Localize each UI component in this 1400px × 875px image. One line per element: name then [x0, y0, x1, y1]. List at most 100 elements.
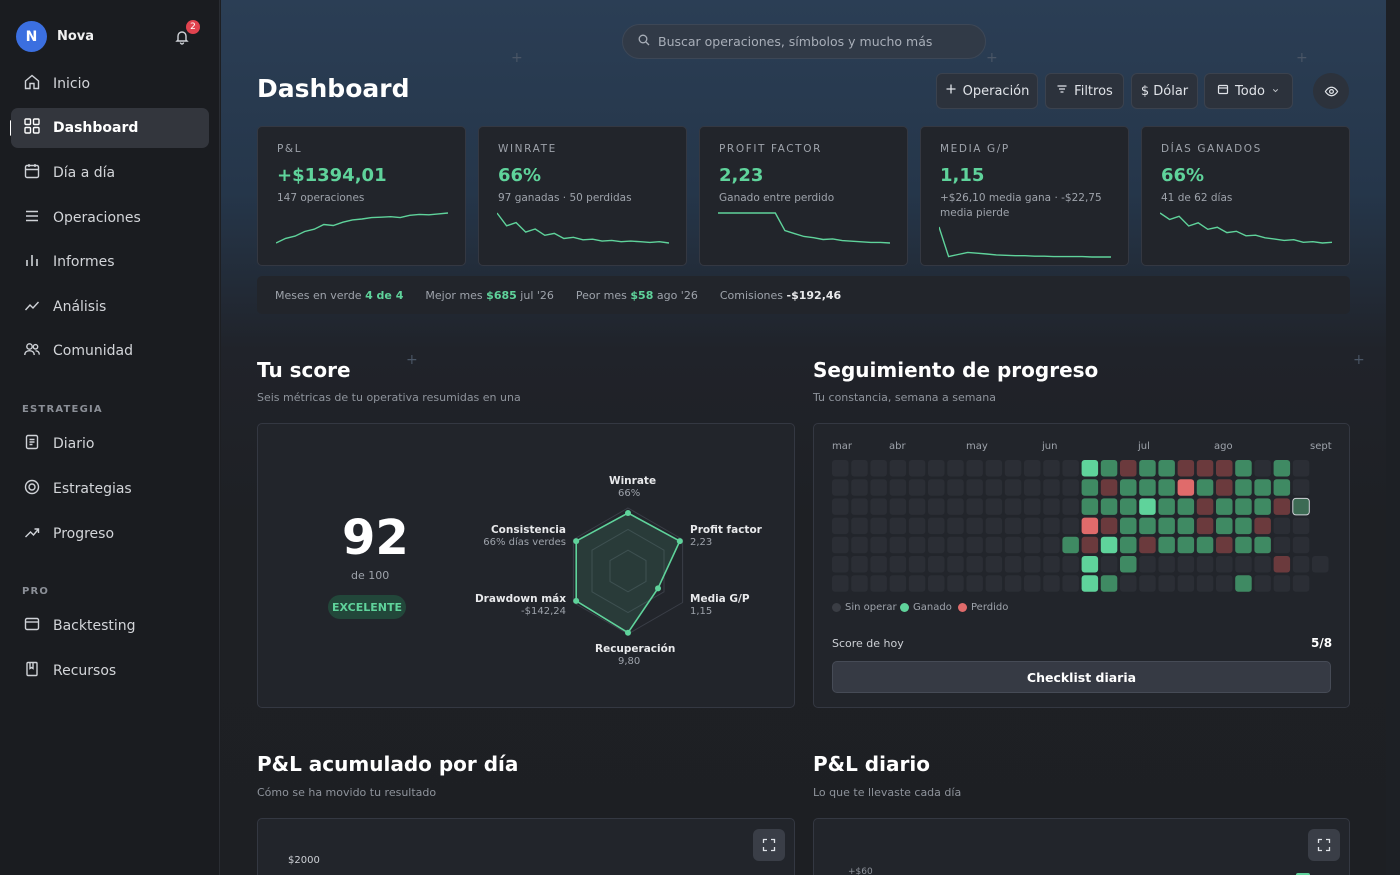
heatmap-cell[interactable]	[1292, 556, 1310, 573]
heatmap-cell[interactable]	[1273, 575, 1291, 592]
heatmap-cell[interactable]	[832, 536, 849, 554]
heatmap-cell[interactable]	[1235, 498, 1252, 515]
heatmap-cell[interactable]	[870, 556, 887, 573]
sidebar-item-analisis[interactable]: Análisis	[11, 287, 209, 327]
heatmap-cell[interactable]	[1100, 498, 1118, 515]
expand-icon[interactable]	[753, 829, 785, 861]
heatmap-cell[interactable]	[1216, 536, 1233, 554]
heatmap-cell[interactable]	[1100, 536, 1118, 554]
heatmap-cell[interactable]	[1273, 536, 1291, 554]
heatmap-cell[interactable]	[1081, 517, 1099, 535]
heatmap-cell[interactable]	[1216, 498, 1233, 515]
heatmap-cell[interactable]	[966, 498, 983, 515]
heatmap-cell[interactable]	[966, 460, 983, 477]
heatmap-cell[interactable]	[1004, 536, 1022, 554]
heatmap-cell[interactable]	[1158, 556, 1175, 573]
heatmap-cell[interactable]	[1043, 479, 1060, 496]
sidebar-item-comunidad[interactable]: Comunidad	[11, 331, 209, 371]
heatmap-cell[interactable]	[1120, 556, 1137, 573]
heatmap-cell[interactable]	[928, 460, 945, 477]
heatmap-cell[interactable]	[1004, 479, 1022, 496]
heatmap-cell[interactable]	[1235, 575, 1252, 592]
heatmap-cell[interactable]	[1062, 575, 1079, 592]
heatmap-cell[interactable]	[947, 498, 964, 515]
heatmap-cell[interactable]	[1177, 556, 1195, 573]
heatmap-cell[interactable]	[1139, 498, 1156, 515]
heatmap-cell[interactable]	[889, 498, 907, 515]
heatmap-cell[interactable]	[908, 479, 926, 496]
heatmap-cell[interactable]	[1062, 536, 1079, 554]
heatmap-cell[interactable]	[889, 536, 907, 554]
heatmap-cell[interactable]	[1024, 498, 1041, 515]
heatmap-cell[interactable]	[870, 575, 887, 592]
sidebar-item-progreso[interactable]: Progreso	[11, 514, 209, 554]
heatmap-cell[interactable]	[947, 479, 964, 496]
heatmap-cell[interactable]	[1004, 460, 1022, 477]
heatmap-cell[interactable]	[1120, 575, 1137, 592]
heatmap-cell[interactable]	[889, 575, 907, 592]
heatmap-cell[interactable]	[1081, 498, 1099, 515]
heatmap-cell[interactable]	[1024, 479, 1041, 496]
heatmap-cell[interactable]	[1235, 517, 1252, 535]
eye-icon[interactable]	[1313, 73, 1349, 109]
heatmap-cell[interactable]	[1196, 575, 1214, 592]
heatmap-cell[interactable]	[1062, 556, 1079, 573]
heatmap-cell[interactable]	[908, 498, 926, 515]
heatmap-cell[interactable]	[1177, 536, 1195, 554]
heatmap-cell[interactable]	[1312, 556, 1329, 573]
heatmap-cell[interactable]	[966, 556, 983, 573]
heatmap-cell[interactable]	[832, 498, 849, 515]
heatmap-cell[interactable]	[1292, 460, 1310, 477]
heatmap-cell[interactable]	[985, 460, 1003, 477]
heatmap-cell[interactable]	[1139, 575, 1156, 592]
heatmap-cell[interactable]	[1196, 536, 1214, 554]
heatmap-cell[interactable]	[985, 498, 1003, 515]
heatmap-cell[interactable]	[1273, 460, 1291, 477]
heatmap-cell[interactable]	[1062, 460, 1079, 477]
heatmap-cell[interactable]	[1120, 517, 1137, 535]
heatmap-cell[interactable]	[947, 536, 964, 554]
heatmap-cell[interactable]	[947, 460, 964, 477]
stat-card-dias-ganados[interactable]: DÍAS GANADOS 66% 41 de 62 días	[1141, 126, 1350, 266]
heatmap-cell[interactable]	[1254, 556, 1271, 573]
sidebar-item-operaciones[interactable]: Operaciones	[11, 198, 209, 238]
search-bar[interactable]: Buscar operaciones, símbolos y mucho más	[622, 24, 986, 59]
heatmap-cell[interactable]	[966, 479, 983, 496]
heatmap-cell[interactable]	[1292, 479, 1310, 496]
heatmap-cell[interactable]	[966, 536, 983, 554]
heatmap-cell[interactable]	[1120, 460, 1137, 477]
heatmap-cell[interactable]	[1254, 517, 1271, 535]
sidebar-item-recursos[interactable]: Recursos	[11, 651, 209, 691]
heatmap-cell[interactable]	[1081, 479, 1099, 496]
heatmap-cell[interactable]	[1158, 498, 1175, 515]
sidebar-item-informes[interactable]: Informes	[11, 242, 209, 282]
heatmap-cell[interactable]	[1196, 556, 1214, 573]
heatmap-cell[interactable]	[1273, 556, 1291, 573]
heatmap-cell[interactable]	[928, 498, 945, 515]
heatmap-cell[interactable]	[908, 575, 926, 592]
heatmap-cell[interactable]	[1139, 536, 1156, 554]
heatmap-cell[interactable]	[1273, 479, 1291, 496]
heatmap-cell[interactable]	[851, 517, 868, 535]
heatmap-cell[interactable]	[908, 556, 926, 573]
heatmap-cell[interactable]	[947, 517, 964, 535]
heatmap-cell[interactable]	[870, 498, 887, 515]
heatmap-cell[interactable]	[1273, 517, 1291, 535]
heatmap-cell[interactable]	[1158, 517, 1175, 535]
heatmap-cell[interactable]	[1292, 536, 1310, 554]
heatmap-cell[interactable]	[1024, 536, 1041, 554]
sidebar-item-dashboard[interactable]: Dashboard	[11, 108, 209, 148]
heatmap-cell[interactable]	[1139, 460, 1156, 477]
heatmap-cell[interactable]	[1254, 498, 1271, 515]
heatmap-cell[interactable]	[851, 498, 868, 515]
heatmap-cell[interactable]	[851, 575, 868, 592]
scrollbar[interactable]	[1386, 0, 1400, 875]
heatmap-cell[interactable]	[928, 517, 945, 535]
heatmap-cell[interactable]	[985, 556, 1003, 573]
heatmap-cell[interactable]	[1196, 517, 1214, 535]
heatmap-cell[interactable]	[889, 460, 907, 477]
heatmap-cell[interactable]	[1100, 460, 1118, 477]
heatmap-cell[interactable]	[908, 517, 926, 535]
heatmap-cell[interactable]	[870, 479, 887, 496]
heatmap-cell[interactable]	[851, 536, 868, 554]
